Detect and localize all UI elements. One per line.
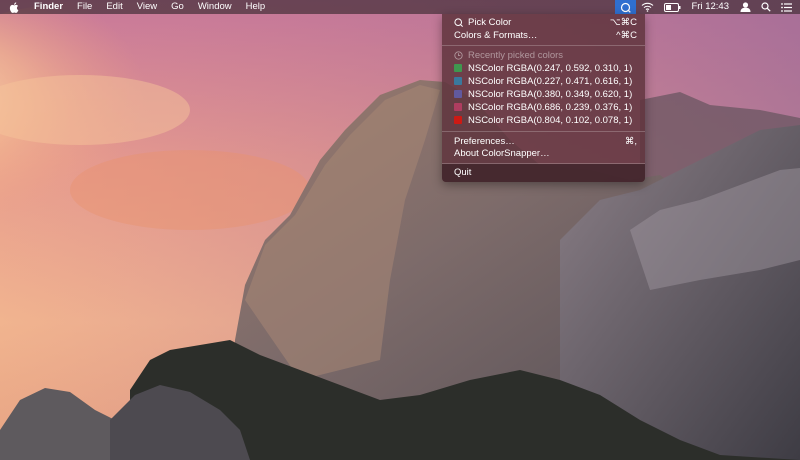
list-icon — [781, 2, 792, 12]
menu-item-about[interactable]: About ColorSnapper… — [442, 147, 645, 160]
recent-color-label: NSColor RGBA(0.227, 0.471, 0.616, 1) — [468, 76, 633, 87]
recent-color-label: NSColor RGBA(0.247, 0.592, 0.310, 1) — [468, 63, 633, 74]
menu-finder[interactable]: Finder — [27, 0, 70, 14]
color-swatch — [454, 90, 462, 98]
pick-color-icon — [454, 18, 463, 27]
yosemite-wallpaper-image — [0, 0, 800, 460]
battery-status-item[interactable] — [659, 0, 686, 14]
recent-header-label: Recently picked colors — [468, 50, 564, 61]
menu-item-pick-color[interactable]: Pick Color ⌥⌘C — [442, 16, 645, 29]
clock-icon — [454, 51, 463, 60]
menu-header-recent: Recently picked colors — [442, 49, 645, 62]
colors-formats-label: Colors & Formats… — [454, 30, 538, 41]
wifi-icon — [641, 2, 653, 12]
spotlight-status-item[interactable] — [756, 0, 776, 14]
menu-separator — [442, 131, 645, 132]
menu-item-colors-formats[interactable]: Colors & Formats… ^⌘C — [442, 29, 645, 42]
pick-color-shortcut: ⌥⌘C — [609, 17, 637, 28]
notification-center-item[interactable] — [776, 0, 800, 14]
apple-icon — [9, 1, 19, 13]
menu-bar-extras: Fri 12:43 — [614, 0, 800, 14]
menu-separator — [442, 45, 645, 46]
wifi-status-item[interactable] — [636, 0, 659, 14]
menu-item-quit[interactable]: Quit — [442, 164, 645, 182]
clock[interactable]: Fri 12:43 — [686, 0, 736, 14]
color-swatch — [454, 77, 462, 85]
menu-window[interactable]: Window — [191, 0, 239, 14]
recent-color-label: NSColor RGBA(0.804, 0.102, 0.078, 1) — [468, 115, 633, 126]
colors-formats-shortcut: ^⌘C — [616, 30, 637, 41]
colorsnapper-status-item[interactable] — [614, 0, 636, 14]
quit-label: Quit — [454, 167, 472, 178]
recent-color-label: NSColor RGBA(0.380, 0.349, 0.620, 1) — [468, 89, 633, 100]
colorsnapper-menu: Pick Color ⌥⌘C Colors & Formats… ^⌘C Rec… — [442, 14, 645, 182]
menu-item-recent-color[interactable]: NSColor RGBA(0.686, 0.239, 0.376, 1) — [442, 101, 645, 114]
desktop-wallpaper — [0, 0, 800, 460]
menu-bar: Finder File Edit View Go Window Help Fri… — [0, 0, 800, 14]
color-swatch — [454, 116, 462, 124]
menu-item-recent-color[interactable]: NSColor RGBA(0.227, 0.471, 0.616, 1) — [442, 75, 645, 88]
menu-file[interactable]: File — [70, 0, 99, 14]
user-status-item[interactable] — [735, 0, 756, 14]
apple-menu[interactable] — [0, 1, 27, 13]
battery-icon — [663, 2, 680, 12]
menu-item-recent-color[interactable]: NSColor RGBA(0.380, 0.349, 0.620, 1) — [442, 88, 645, 101]
user-icon — [740, 2, 751, 12]
search-icon — [761, 2, 771, 12]
color-swatch — [454, 64, 462, 72]
menu-edit[interactable]: Edit — [99, 0, 129, 14]
recent-color-label: NSColor RGBA(0.686, 0.239, 0.376, 1) — [468, 102, 633, 113]
color-swatch — [454, 103, 462, 111]
pick-color-label: Pick Color — [468, 17, 512, 28]
menu-bar-left: Finder File Edit View Go Window Help — [0, 0, 272, 14]
menu-view[interactable]: View — [130, 0, 164, 14]
menu-item-recent-color[interactable]: NSColor RGBA(0.804, 0.102, 0.078, 1) — [442, 114, 645, 127]
colorsnapper-icon — [620, 2, 631, 13]
menu-help[interactable]: Help — [239, 0, 273, 14]
menu-go[interactable]: Go — [164, 0, 191, 14]
menu-item-recent-color[interactable]: NSColor RGBA(0.247, 0.592, 0.310, 1) — [442, 62, 645, 75]
about-label: About ColorSnapper… — [454, 148, 550, 159]
